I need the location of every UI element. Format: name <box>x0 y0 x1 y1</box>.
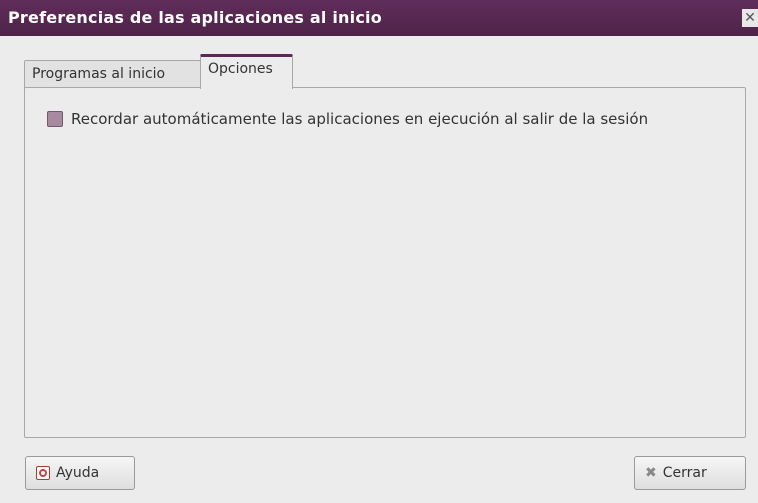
window-close-icon[interactable]: ✕ <box>742 9 758 27</box>
tab-options[interactable]: Opciones <box>200 54 293 89</box>
tab-label: Programas al inicio <box>32 66 166 82</box>
remember-apps-option[interactable]: Recordar automáticamente las aplicacione… <box>47 110 648 128</box>
help-button-label: Ayuda <box>56 465 100 481</box>
close-button-label: Cerrar <box>662 465 707 481</box>
help-button[interactable]: Ayuda <box>25 456 135 490</box>
window-title: Preferencias de las aplicaciones al inic… <box>8 8 382 27</box>
close-button[interactable]: ✖ Cerrar <box>634 456 746 490</box>
options-panel: Recordar automáticamente las aplicacione… <box>24 87 746 438</box>
tab-label: Opciones <box>208 61 273 77</box>
remember-apps-checkbox[interactable] <box>47 111 63 127</box>
tab-startup-programs[interactable]: Programas al inicio <box>24 60 201 88</box>
help-icon <box>36 466 50 480</box>
remember-apps-label[interactable]: Recordar automáticamente las aplicacione… <box>71 110 648 128</box>
title-bar[interactable]: Preferencias de las aplicaciones al inic… <box>0 0 758 36</box>
close-icon: ✖ <box>645 465 657 481</box>
startup-preferences-window: Preferencias de las aplicaciones al inic… <box>0 0 758 503</box>
